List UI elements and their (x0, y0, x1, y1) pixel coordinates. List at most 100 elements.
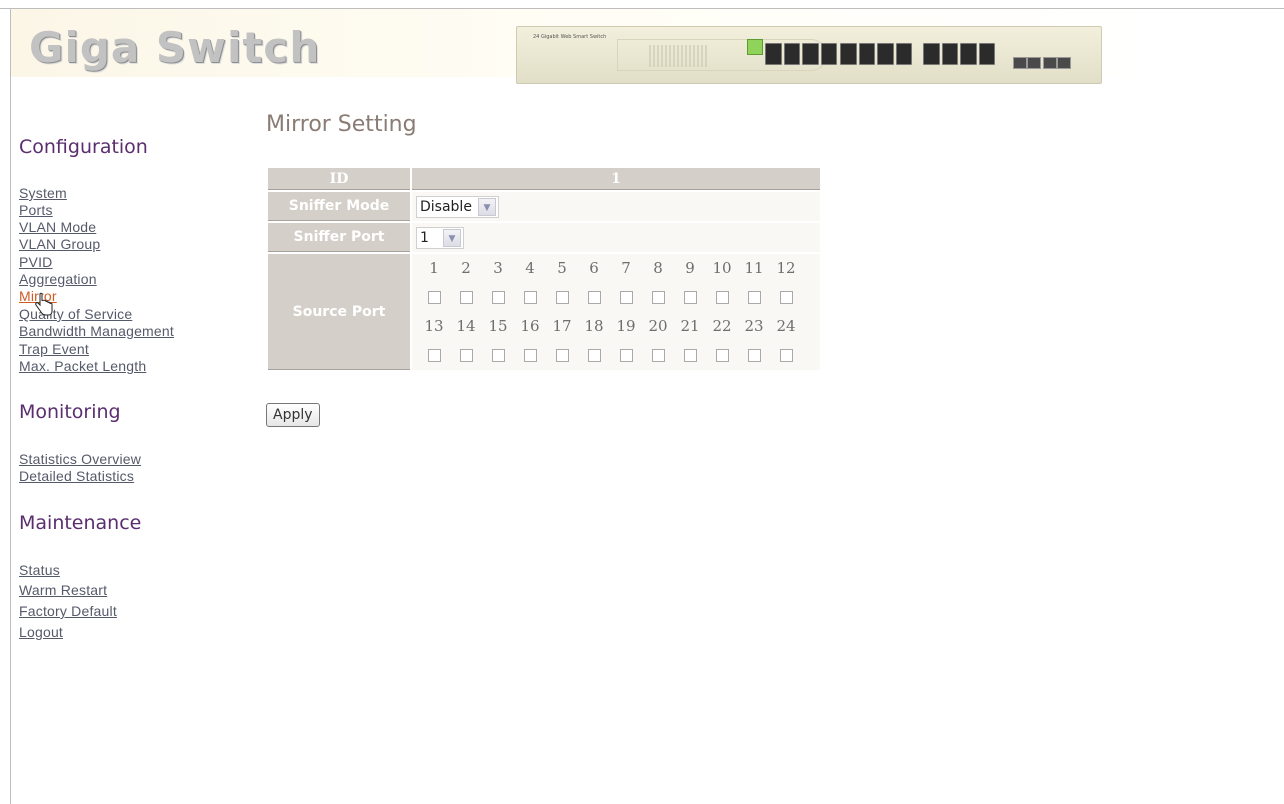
device-port-group (840, 39, 912, 67)
source-port-number: 2 (461, 259, 471, 277)
source-port-checkbox[interactable] (619, 349, 633, 362)
source-port-checkbox[interactable] (587, 349, 601, 362)
nav-section-configuration: Configuration (19, 136, 148, 158)
nav-link-vlan-group[interactable]: VLAN Group (19, 236, 100, 252)
source-port-checkbox[interactable] (491, 291, 505, 304)
sniffer-mode-cell: Disable ▼ (412, 192, 820, 221)
nav-link-max-packet-length[interactable]: Max. Packet Length (19, 358, 146, 374)
nav-section-monitoring: Monitoring (19, 401, 121, 423)
source-port-checkbox[interactable] (779, 291, 793, 304)
source-port-checkbox[interactable] (427, 291, 441, 304)
device-sfp-port (1057, 57, 1071, 69)
source-port-checkbox-cell (674, 341, 706, 370)
device-vent (649, 45, 709, 67)
nav-link-ports[interactable]: Ports (19, 202, 53, 218)
source-port-number: 14 (456, 317, 476, 335)
source-port-checkbox[interactable] (683, 291, 697, 304)
header-banner: Giga Switch 24 Gigabit Web Smart Switch (11, 9, 1284, 84)
source-port-checkbox-cell (674, 283, 706, 312)
source-port-number: 3 (493, 259, 503, 277)
source-port-checkbox-cell (418, 283, 450, 312)
source-port-checkbox-cell (482, 341, 514, 370)
chevron-down-icon[interactable]: ▼ (442, 228, 461, 247)
source-port-number: 18 (584, 317, 604, 335)
source-port-number: 8 (653, 259, 663, 277)
nav-link-system[interactable]: System (19, 185, 67, 201)
source-port-number: 20 (648, 317, 668, 335)
apply-button[interactable]: Apply (266, 403, 320, 427)
source-port-number: 22 (712, 317, 732, 335)
source-port-checkbox-cell (610, 283, 642, 312)
source-port-checkbox-cell (738, 283, 770, 312)
source-port-number: 6 (589, 259, 599, 277)
nav-link-trap-event[interactable]: Trap Event (19, 341, 89, 357)
source-port-checkbox[interactable] (651, 349, 665, 362)
source-port-checkbox-cell (770, 341, 802, 370)
sniffer-port-select[interactable]: 1 ▼ (416, 226, 464, 249)
source-port-checkbox[interactable] (651, 291, 665, 304)
source-port-checkbox[interactable] (555, 291, 569, 304)
source-port-checkbox[interactable] (459, 349, 473, 362)
device-model-label: 24 Gigabit Web Smart Switch (533, 34, 607, 40)
source-port-checkbox[interactable] (683, 349, 697, 362)
device-port-group (765, 39, 837, 67)
mirror-settings-table: ID 1 Sniffer Mode Disable ▼ Sniffer Port… (266, 166, 822, 372)
device-led (747, 39, 763, 55)
nav-link-statistics-overview[interactable]: Statistics Overview (19, 451, 141, 467)
source-port-checkbox[interactable] (715, 349, 729, 362)
nav-link-bandwidth-management[interactable]: Bandwidth Management (19, 323, 174, 339)
source-port-checkbox-cell (738, 341, 770, 370)
source-port-checkbox-cell (706, 341, 738, 370)
source-port-number: 4 (525, 259, 535, 277)
sniffer-mode-value: Disable (420, 198, 472, 215)
source-port-checkbox-cell (706, 283, 738, 312)
nav-link-detailed-statistics[interactable]: Detailed Statistics (19, 468, 134, 484)
source-port-checkbox[interactable] (747, 349, 761, 362)
source-port-checkbox-cell (610, 341, 642, 370)
source-port-grid: 1 2 3 4 5 6 7 8 9 10 11 12 13 14 15 16 17 18 19 20 21 22 23 24 (418, 254, 820, 370)
nav-link-warm-restart[interactable]: Warm Restart (19, 582, 107, 598)
sniffer-mode-label: Sniffer Mode (268, 192, 410, 221)
source-port-checkbox[interactable] (747, 291, 761, 304)
nav-link-logout[interactable]: Logout (19, 624, 63, 640)
source-port-checkbox[interactable] (427, 349, 441, 362)
source-port-checkbox-cell (418, 341, 450, 370)
source-port-checkbox-cell (770, 283, 802, 312)
source-port-checkbox-cell (546, 341, 578, 370)
source-port-checkbox[interactable] (779, 349, 793, 362)
source-port-checkbox-cell (514, 341, 546, 370)
nav-link-status[interactable]: Status (19, 562, 60, 578)
source-port-number: 23 (744, 317, 764, 335)
source-port-number: 12 (776, 259, 796, 277)
source-port-number: 5 (557, 259, 567, 277)
device-port-group (923, 39, 995, 67)
sniffer-port-label: Sniffer Port (268, 223, 410, 252)
source-port-checkbox[interactable] (523, 291, 537, 304)
source-port-checkbox-cell (450, 283, 482, 312)
source-port-checkbox[interactable] (459, 291, 473, 304)
source-port-checkbox[interactable] (523, 349, 537, 362)
source-port-checkbox-cell (578, 341, 610, 370)
source-port-checkbox[interactable] (587, 291, 601, 304)
nav-link-vlan-mode[interactable]: VLAN Mode (19, 219, 96, 235)
chevron-down-icon[interactable]: ▼ (477, 197, 496, 216)
id-header: ID (268, 168, 410, 190)
source-port-number: 9 (685, 259, 695, 277)
nav-link-pvid[interactable]: PVID (19, 254, 52, 270)
device-sfp-port (1043, 57, 1057, 69)
source-port-checkbox-cell (450, 341, 482, 370)
source-port-checkbox[interactable] (619, 291, 633, 304)
source-port-number: 16 (520, 317, 540, 335)
source-port-checkbox-cell (514, 283, 546, 312)
source-port-number: 15 (488, 317, 508, 335)
source-port-cell: 1 2 3 4 5 6 7 8 9 10 11 12 13 14 15 16 17 18 19 20 21 22 23 24 (412, 254, 820, 370)
source-port-checkbox[interactable] (491, 349, 505, 362)
source-port-checkbox[interactable] (555, 349, 569, 362)
nav-link-factory-default[interactable]: Factory Default (19, 603, 117, 619)
sniffer-mode-select[interactable]: Disable ▼ (416, 195, 499, 218)
source-port-number: 1 (429, 259, 439, 277)
source-port-checkbox[interactable] (715, 291, 729, 304)
id-value: 1 (412, 168, 820, 190)
left-border (10, 8, 11, 804)
nav-link-aggregation[interactable]: Aggregation (19, 271, 97, 287)
